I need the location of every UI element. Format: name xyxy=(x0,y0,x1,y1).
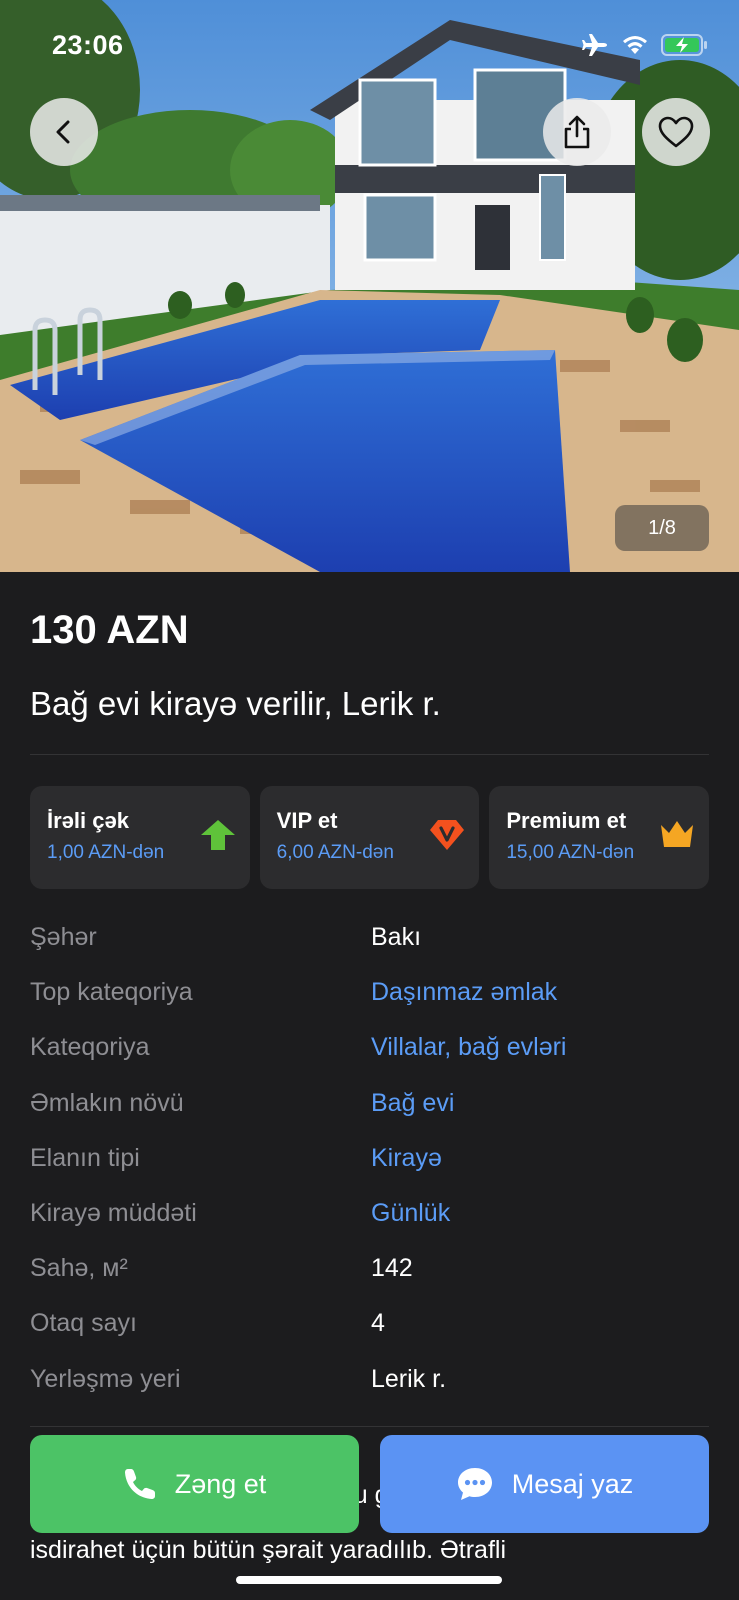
back-button[interactable] xyxy=(30,98,98,166)
status-time: 23:06 xyxy=(52,30,124,60)
property-link[interactable]: Villalar, bağ evləri xyxy=(371,1033,566,1062)
property-row-area: Sahə, м² 142 xyxy=(30,1241,709,1296)
property-label: Top kateqoriya xyxy=(30,978,193,1007)
divider xyxy=(30,1426,709,1427)
property-label: Yerləşmə yeri xyxy=(30,1364,181,1393)
property-label: Şəhər xyxy=(30,923,97,952)
property-label: Kateqoriya xyxy=(30,1033,150,1062)
call-button-label: Zəng et xyxy=(174,1468,267,1499)
property-row-category: Kateqoriya Villalar, bağ evləri xyxy=(30,1020,709,1075)
share-icon xyxy=(564,115,590,149)
phone-icon xyxy=(124,1469,155,1499)
listing-photo[interactable]: 23:06 1/8 xyxy=(0,0,739,572)
status-icons xyxy=(581,33,709,57)
heart-icon xyxy=(658,116,694,148)
property-link[interactable]: Bağ evi xyxy=(371,1089,454,1118)
arrow-up-icon xyxy=(200,820,235,850)
property-label: Otaq sayı xyxy=(30,1309,137,1338)
property-value: Lerik r. xyxy=(371,1364,447,1393)
status-bar: 23:06 xyxy=(0,0,739,90)
property-row-city: Şəhər Bakı xyxy=(30,910,709,965)
message-button-label: Mesaj yaz xyxy=(511,1468,634,1499)
property-label: Sahə, м² xyxy=(30,1254,128,1283)
property-row-property-type: Əmlakın növü Bağ evi xyxy=(30,1076,709,1131)
divider xyxy=(30,754,709,755)
call-button[interactable]: Zəng et xyxy=(30,1435,359,1533)
airplane-icon xyxy=(582,34,607,56)
property-list: Şəhər Bakı Top kateqoriya Daşınmaz əmlak… xyxy=(30,910,709,1407)
promote-forward-card[interactable]: İrəli çək 1,00 AZN-dən xyxy=(30,786,250,889)
property-value: Bakı xyxy=(371,923,422,952)
property-link[interactable]: Günlük xyxy=(371,1199,450,1228)
property-row-rooms: Otaq sayı 4 xyxy=(30,1296,709,1351)
property-row-location: Yerləşmə yeri Lerik r. xyxy=(30,1352,709,1407)
favorite-button[interactable] xyxy=(642,98,710,166)
property-link[interactable]: Daşınmaz əmlak xyxy=(371,978,557,1007)
wifi-icon xyxy=(623,36,647,54)
property-label: Kirayə müddəti xyxy=(30,1199,197,1228)
listing-title: Bağ evi kirayə verilir, Lerik r. xyxy=(30,685,441,722)
property-label: Əmlakın növü xyxy=(30,1088,184,1117)
property-row-listing-type: Elanın tipi Kirayə xyxy=(30,1131,709,1186)
property-row-top-category: Top kateqoriya Daşınmaz əmlak xyxy=(30,965,709,1020)
vip-card[interactable]: VIP et 6,00 AZN-dən xyxy=(259,786,480,889)
home-indicator[interactable] xyxy=(236,1576,502,1584)
listing-price: 130 AZN xyxy=(30,608,189,652)
vip-badge-icon xyxy=(430,820,465,850)
property-row-rental-period: Kirayə müddəti Günlük xyxy=(30,1186,709,1241)
message-button[interactable]: Mesaj yaz xyxy=(380,1435,709,1533)
premium-card[interactable]: Premium et 15,00 AZN-dən xyxy=(489,786,710,889)
chat-bubble-icon xyxy=(457,1468,492,1500)
crown-icon xyxy=(661,821,694,847)
share-button[interactable] xyxy=(543,98,611,166)
chevron-left-icon xyxy=(56,120,70,144)
photo-counter: 1/8 xyxy=(615,505,709,551)
property-link[interactable]: Kirayə xyxy=(371,1144,442,1173)
property-value: 142 xyxy=(371,1254,413,1283)
battery-charging-icon xyxy=(661,34,707,56)
property-value: 4 xyxy=(371,1309,385,1338)
property-label: Elanın tipi xyxy=(30,1143,140,1172)
promotion-options: İrəli çək 1,00 AZN-dən VIP et 6,00 AZN-d… xyxy=(30,786,710,889)
